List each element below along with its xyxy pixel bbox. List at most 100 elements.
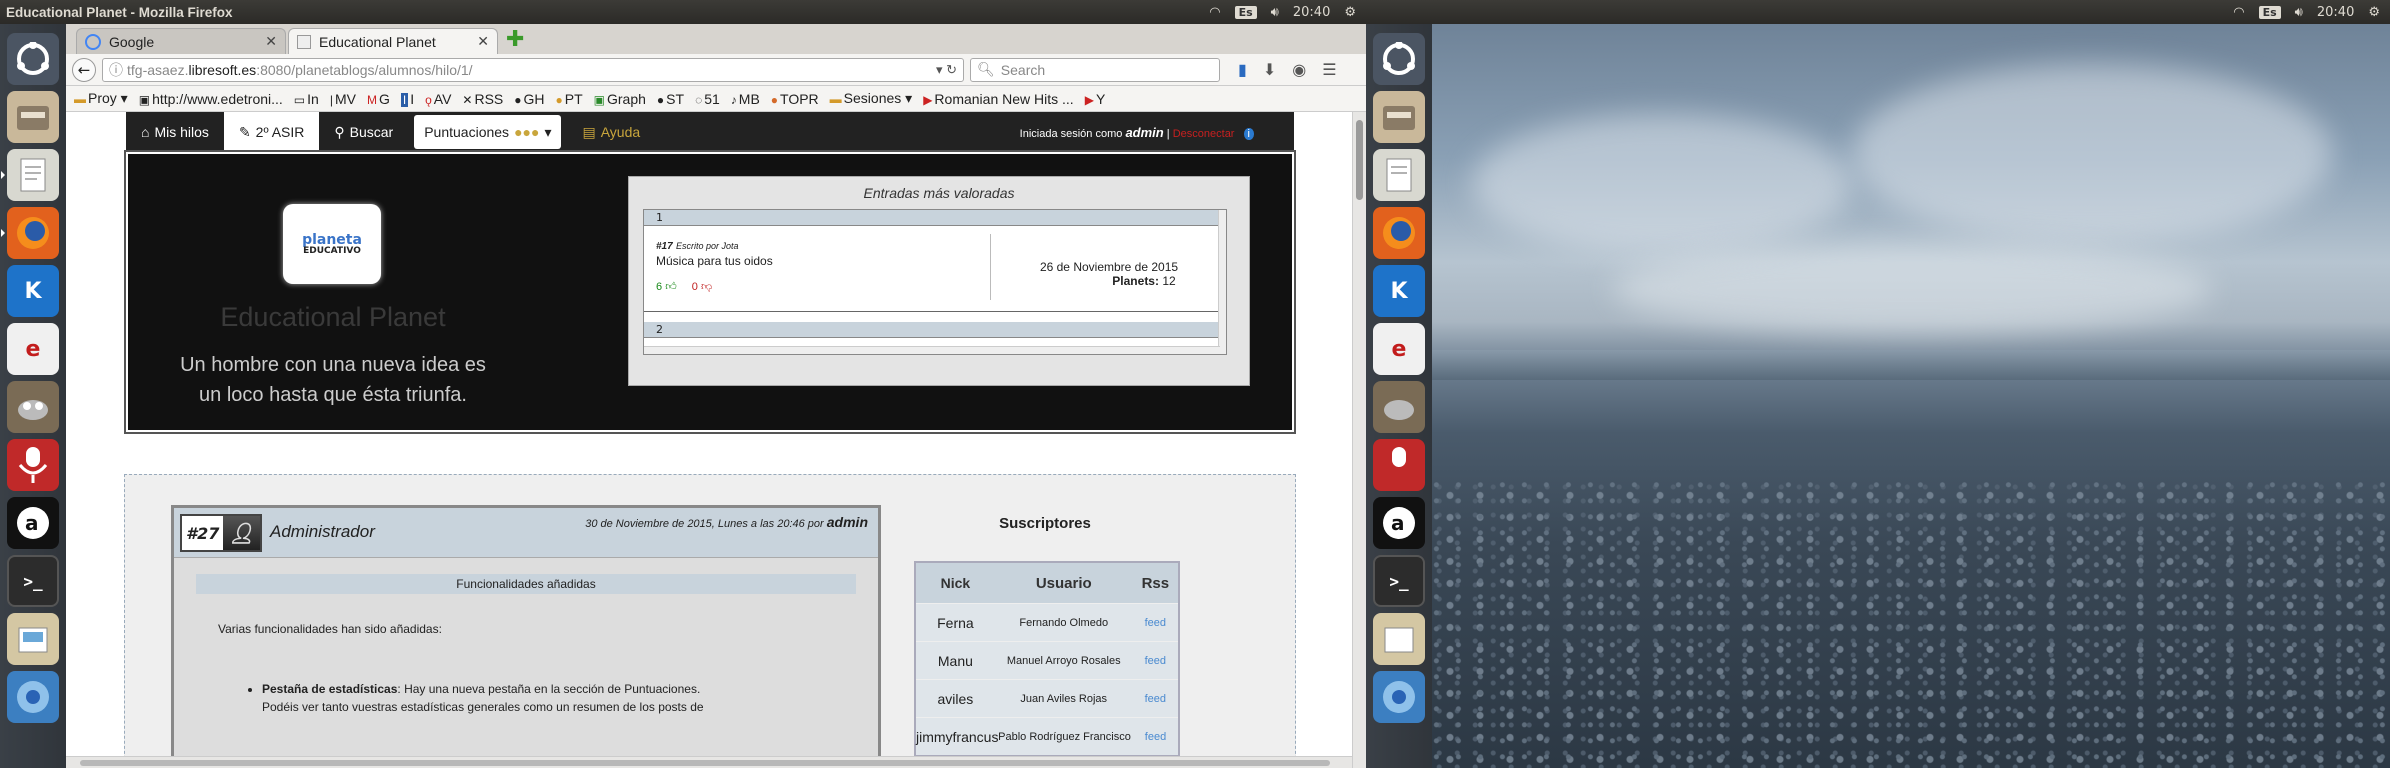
kde-connect-icon[interactable]: K xyxy=(7,265,59,317)
kde-connect-icon[interactable]: K xyxy=(1373,265,1425,317)
vertical-scrollbar[interactable] xyxy=(1352,112,1366,768)
firefox-icon[interactable] xyxy=(1,207,59,259)
reload-icon[interactable]: ▾ ↻ xyxy=(936,62,957,78)
url-bar[interactable]: ⓘ tfg-asaez. libresoft.es:8080/planetablo… xyxy=(102,57,964,82)
gimp-icon[interactable] xyxy=(1373,381,1425,433)
menu-icon[interactable]: ☰ xyxy=(1322,60,1336,79)
launcher: K e a >_ xyxy=(1366,24,1432,768)
nav-ayuda[interactable]: ▤ Ayuda xyxy=(567,112,655,152)
top-entries-title: Entradas más valoradas xyxy=(863,185,1015,201)
keyboard-layout-indicator[interactable]: Es xyxy=(2258,5,2281,19)
bookmark-mv[interactable]: | MV xyxy=(330,91,356,107)
rank-header: 2 xyxy=(644,322,1226,338)
podcast-icon[interactable] xyxy=(7,439,59,491)
bookmarks-icon[interactable]: ▮ xyxy=(1238,60,1247,79)
feed-link[interactable]: feed xyxy=(1133,731,1178,743)
tab-google[interactable]: Google ✕ xyxy=(76,28,286,54)
files-icon[interactable] xyxy=(7,91,59,143)
bookmark-topr[interactable]: ● TOPR xyxy=(771,91,819,107)
gear-icon[interactable]: ⚙ xyxy=(2368,5,2380,20)
bookmark-st[interactable]: ● ST xyxy=(657,91,684,107)
ubuntu-icon[interactable] xyxy=(7,33,59,85)
feed-link[interactable]: feed xyxy=(1133,617,1178,629)
terminal-icon[interactable]: >_ xyxy=(1373,555,1425,607)
new-tab-plus-icon[interactable]: ✚ xyxy=(506,27,524,52)
system-tray: ◠ Es 🔊︎ 20:40 ⚙ xyxy=(1209,5,1366,20)
bookmark-youtube[interactable]: ▶ Y xyxy=(1085,91,1106,107)
system-tray: ◠ Es 🔊︎ 20:40 ⚙ xyxy=(2233,5,2390,20)
bookmark-av[interactable]: ǫ AV xyxy=(425,91,451,107)
nav-buscar[interactable]: ⚲ Buscar xyxy=(319,112,408,152)
bookmark-mb[interactable]: ♪ MB xyxy=(731,91,760,107)
amazon-icon[interactable]: a xyxy=(1373,497,1425,549)
nav-puntuaciones-dropdown[interactable]: Puntuaciones ●●● ▾ xyxy=(414,115,562,149)
horizontal-scrollbar[interactable] xyxy=(66,756,1352,768)
search-input[interactable]: 🔍︎ Search xyxy=(970,57,1220,82)
bookmark-folder-sesiones[interactable]: ▬ Sesiones ▾ xyxy=(830,90,913,107)
close-icon[interactable]: ✕ xyxy=(265,33,277,50)
feed-link[interactable]: feed xyxy=(1133,693,1178,705)
list-horizontal-scrollbar[interactable] xyxy=(644,346,1220,354)
bookmark-pt[interactable]: ● PT xyxy=(556,91,583,107)
site-navbar: ⌂ Mis hilos ✎ 2º ASIR ⚲ Buscar Puntuaciones… xyxy=(126,112,1294,152)
bookmark-51[interactable]: ◌ 51 xyxy=(695,91,720,107)
logout-link[interactable]: Desconectar xyxy=(1173,128,1235,140)
url-path: :8080/planetablogs/alumnos/hilo/1/ xyxy=(256,61,473,78)
info-icon[interactable]: i xyxy=(1243,127,1254,140)
network-icon[interactable]: ◠ xyxy=(2233,5,2244,20)
top-panel: Educational Planet - Mozilla Firefox ◠ E… xyxy=(0,0,1366,24)
upvote-count[interactable]: 6 👍︎ xyxy=(656,281,677,293)
volume-icon[interactable]: 🔊︎ xyxy=(1271,5,1279,20)
planeta-educativo-logo[interactable]: planeta EDUCATIVO xyxy=(283,204,381,284)
nav-mis-hilos[interactable]: ⌂ Mis hilos xyxy=(126,112,224,152)
text-editor-icon[interactable] xyxy=(1,149,59,201)
emacs-icon[interactable]: e xyxy=(1373,323,1425,375)
planets-label: Planets: xyxy=(1112,274,1159,288)
list-item[interactable]: #17 Escrito por Jota Música para tus oid… xyxy=(644,226,1226,312)
ubuntu-icon[interactable] xyxy=(1373,33,1425,85)
close-icon[interactable]: ✕ xyxy=(477,33,489,50)
extension-icon[interactable]: ◉ xyxy=(1292,60,1306,79)
firefox-icon[interactable] xyxy=(1373,207,1425,259)
chromium-icon[interactable] xyxy=(7,671,59,723)
bookmark-folder-proy[interactable]: ▬ Proy ▾ xyxy=(74,90,128,107)
thumbs-up-icon: 👍︎ xyxy=(665,281,677,293)
bookmark-i[interactable]: II xyxy=(400,91,414,107)
site-identity-icon[interactable]: ⓘ xyxy=(109,60,123,80)
volume-icon[interactable]: 🔊︎ xyxy=(2295,5,2303,20)
download-icon[interactable]: ⬇ xyxy=(1263,60,1276,79)
post-id[interactable]: #27 👤︎ xyxy=(180,514,262,552)
writer-icon[interactable] xyxy=(7,613,59,665)
files-icon[interactable] xyxy=(1373,91,1425,143)
bookmark-github[interactable]: ● GH xyxy=(514,91,544,107)
text-editor-icon[interactable] xyxy=(1373,149,1425,201)
tab-educational-planet[interactable]: Educational Planet ✕ xyxy=(288,28,498,54)
top-entries-list[interactable]: 1 #17 Escrito por Jota Música para tus o… xyxy=(643,209,1227,355)
clock[interactable]: 20:40 xyxy=(2317,5,2354,20)
bookmark-in[interactable]: ▭ In xyxy=(294,91,319,107)
emacs-icon[interactable]: e xyxy=(7,323,59,375)
podcast-icon[interactable] xyxy=(1373,439,1425,491)
bookmark-romanian-hits[interactable]: ▶ Romanian New Hits ... xyxy=(923,91,1074,107)
gimp-icon[interactable] xyxy=(7,381,59,433)
feed-link[interactable]: feed xyxy=(1133,655,1178,667)
entry-title[interactable]: Música para tus oidos xyxy=(656,254,773,268)
keyboard-layout-indicator[interactable]: Es xyxy=(1234,5,1257,19)
clock[interactable]: 20:40 xyxy=(1293,5,1330,20)
bookmark-graph[interactable]: ▣ Graph xyxy=(594,91,646,107)
gear-icon[interactable]: ⚙ xyxy=(1344,5,1356,20)
downvote-count[interactable]: 0 👎︎ xyxy=(692,281,712,293)
list-scrollbar[interactable] xyxy=(1218,210,1226,354)
writer-icon[interactable] xyxy=(1373,613,1425,665)
nav-2-asir[interactable]: ✎ 2º ASIR xyxy=(223,112,320,152)
terminal-icon[interactable]: >_ xyxy=(7,555,59,607)
back-arrow-icon[interactable]: ← xyxy=(72,57,96,82)
bookmark-edetronik[interactable]: ▣ http://www.edetroni... xyxy=(139,91,283,107)
monitor-right: ◠ Es 🔊︎ 20:40 ⚙ K e a >_ xyxy=(1366,0,2390,768)
bookmark-rss[interactable]: ✕ RSS xyxy=(462,91,503,107)
amazon-icon[interactable]: a xyxy=(7,497,59,549)
network-icon[interactable]: ◠ xyxy=(1209,5,1220,20)
chromium-icon[interactable] xyxy=(1373,671,1425,723)
bookmark-gmail[interactable]: MG xyxy=(367,91,390,107)
post-author[interactable]: Administrador xyxy=(270,522,375,542)
